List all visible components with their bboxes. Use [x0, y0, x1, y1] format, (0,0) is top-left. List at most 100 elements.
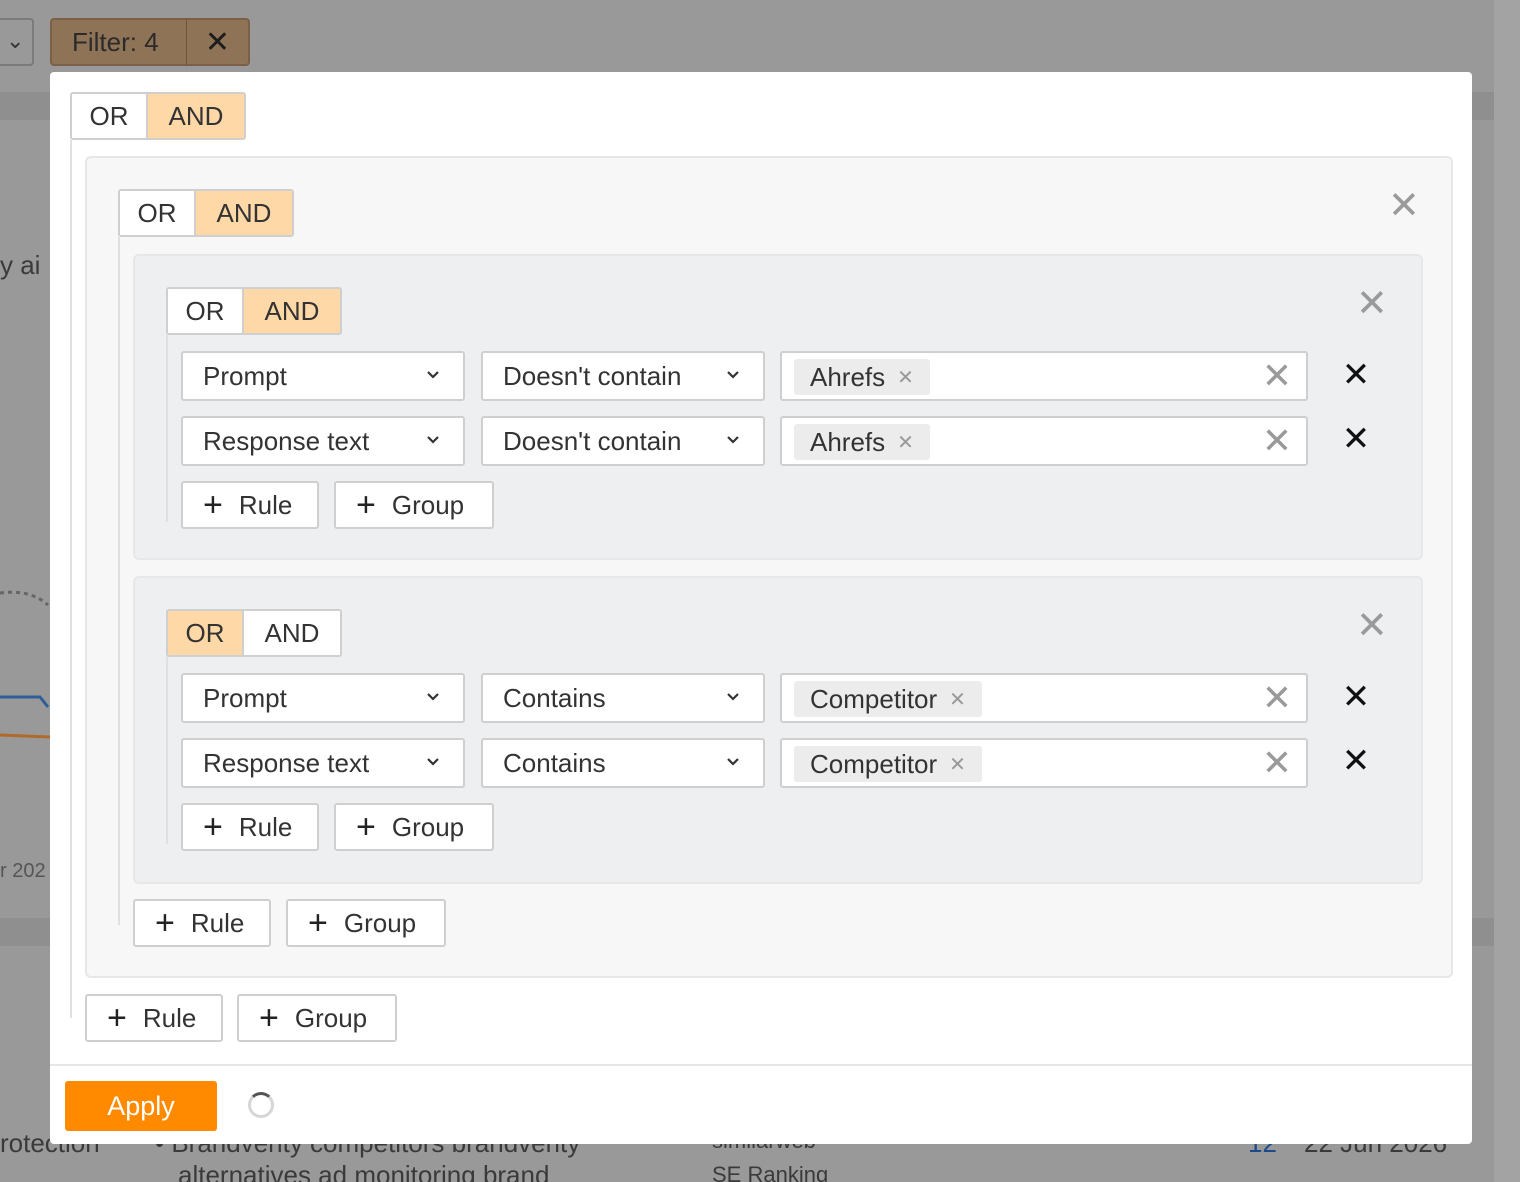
remove-group-icon[interactable]: ✕ [1356, 285, 1388, 323]
add-group-label: Group [343, 907, 417, 938]
nested-group-a: OR AND ✕ Prompt Doesn't contain Ahrefs ✕… [133, 254, 1423, 560]
background-dropdown[interactable]: ⌄ [0, 18, 34, 66]
filter-chip[interactable]: Filter: 4 ✕ [50, 18, 250, 66]
value-tag-input[interactable]: Ahrefs ✕ ✕ [780, 351, 1308, 401]
background-text: SE Ranking [712, 1162, 829, 1182]
field-select[interactable]: Response text [181, 416, 465, 466]
operator-select[interactable]: Contains [481, 738, 765, 788]
value-tag: Ahrefs ✕ [794, 359, 930, 395]
group-b-connector [166, 657, 168, 844]
operator-select-value: Doesn't contain [503, 425, 682, 456]
level1-logic-toggle: OR AND [118, 189, 294, 237]
value-tag-input[interactable]: Ahrefs ✕ ✕ [780, 416, 1308, 466]
chevron-down-icon [427, 758, 439, 766]
group-a-or-option[interactable]: OR [168, 289, 244, 333]
remove-group-icon[interactable]: ✕ [1388, 187, 1420, 225]
group-b-or-option[interactable]: OR [168, 611, 244, 655]
field-select-value: Response text [203, 425, 370, 456]
add-group-button[interactable]: + Group [286, 899, 446, 947]
group-a-logic-toggle: OR AND [166, 287, 342, 335]
remove-group-icon[interactable]: ✕ [1356, 607, 1388, 645]
plus-icon: + [356, 808, 376, 846]
add-group-button[interactable]: + Group [237, 994, 397, 1042]
add-rule-button[interactable]: + Rule [181, 803, 319, 851]
field-select-value: Response text [203, 747, 370, 778]
add-rule-label: Rule [190, 907, 245, 938]
remove-tag-icon[interactable]: ✕ [949, 752, 966, 777]
remove-tag-icon[interactable]: ✕ [949, 687, 966, 712]
group-b-and-option[interactable]: AND [244, 611, 340, 655]
add-rule-button[interactable]: + Rule [133, 899, 271, 947]
add-group-label: Group [294, 1002, 368, 1033]
field-select[interactable]: Prompt [181, 351, 465, 401]
filter-clear-icon[interactable]: ✕ [187, 25, 248, 60]
background-text: r 202 [0, 860, 46, 882]
nested-group-b: OR AND ✕ Prompt Contains Competitor ✕ ✕ [133, 576, 1423, 884]
chevron-down-icon [427, 693, 439, 701]
remove-rule-icon[interactable]: ✕ [1341, 680, 1371, 714]
value-tag-input[interactable]: Competitor ✕ ✕ [780, 673, 1308, 723]
clear-value-icon[interactable]: ✕ [1262, 423, 1292, 459]
add-group-button[interactable]: + Group [334, 481, 494, 529]
plus-icon: + [203, 486, 223, 524]
chevron-down-icon [727, 693, 739, 701]
value-tag-input[interactable]: Competitor ✕ ✕ [780, 738, 1308, 788]
apply-button[interactable]: Apply [65, 1081, 217, 1131]
chevron-down-icon [427, 436, 439, 444]
background-chart-fragment [0, 590, 50, 739]
operator-select-value: Contains [503, 747, 606, 778]
level1-group: OR AND ✕ OR AND ✕ Prompt Doesn't contain [85, 156, 1453, 978]
plus-icon: + [259, 999, 279, 1037]
root-and-option[interactable]: AND [148, 94, 244, 138]
chevron-down-icon [427, 371, 439, 379]
operator-select-value: Doesn't contain [503, 360, 682, 391]
clear-value-icon[interactable]: ✕ [1262, 745, 1292, 781]
value-tag-label: Competitor [810, 748, 938, 779]
background-scrollbar [1494, 0, 1520, 1182]
root-connector [70, 140, 72, 1018]
plus-icon: + [356, 486, 376, 524]
remove-rule-icon[interactable]: ✕ [1341, 358, 1371, 392]
value-tag-label: Competitor [810, 683, 938, 714]
value-tag: Competitor ✕ [794, 746, 982, 782]
remove-tag-icon[interactable]: ✕ [897, 430, 914, 455]
add-rule-label: Rule [238, 811, 293, 842]
operator-select[interactable]: Contains [481, 673, 765, 723]
remove-rule-icon[interactable]: ✕ [1341, 744, 1371, 778]
clear-value-icon[interactable]: ✕ [1262, 680, 1292, 716]
field-select[interactable]: Prompt [181, 673, 465, 723]
add-group-label: Group [391, 489, 465, 520]
field-select[interactable]: Response text [181, 738, 465, 788]
clear-value-icon[interactable]: ✕ [1262, 358, 1292, 394]
add-group-button[interactable]: + Group [334, 803, 494, 851]
field-select-value: Prompt [203, 682, 287, 713]
plus-icon: + [308, 904, 328, 942]
group-a-and-option[interactable]: AND [244, 289, 340, 333]
group-a-connector [166, 335, 168, 522]
background-text: alternatives ad monitoring brand [178, 1160, 550, 1182]
root-or-option[interactable]: OR [72, 94, 148, 138]
level1-connector [118, 237, 120, 925]
level1-and-option[interactable]: AND [196, 191, 292, 235]
value-tag-label: Ahrefs [810, 426, 886, 457]
level1-or-option[interactable]: OR [120, 191, 196, 235]
add-group-label: Group [391, 811, 465, 842]
root-logic-toggle: OR AND [70, 92, 246, 140]
plus-icon: + [155, 904, 175, 942]
chevron-down-icon: ⌄ [6, 28, 25, 53]
chevron-down-icon [727, 436, 739, 444]
add-rule-label: Rule [142, 1002, 197, 1033]
field-select-value: Prompt [203, 360, 287, 391]
add-rule-button[interactable]: + Rule [181, 481, 319, 529]
add-rule-button[interactable]: + Rule [85, 994, 223, 1042]
remove-tag-icon[interactable]: ✕ [897, 365, 914, 390]
operator-select[interactable]: Doesn't contain [481, 351, 765, 401]
operator-select[interactable]: Doesn't contain [481, 416, 765, 466]
value-tag-label: Ahrefs [810, 361, 886, 392]
filter-builder-modal: OR AND OR AND ✕ OR AND ✕ Prompt Doesn't … [50, 72, 1472, 1144]
remove-rule-icon[interactable]: ✕ [1341, 422, 1371, 456]
chevron-down-icon [727, 371, 739, 379]
group-b-logic-toggle: OR AND [166, 609, 342, 657]
background-text: y ai [0, 250, 41, 280]
plus-icon: + [107, 999, 127, 1037]
